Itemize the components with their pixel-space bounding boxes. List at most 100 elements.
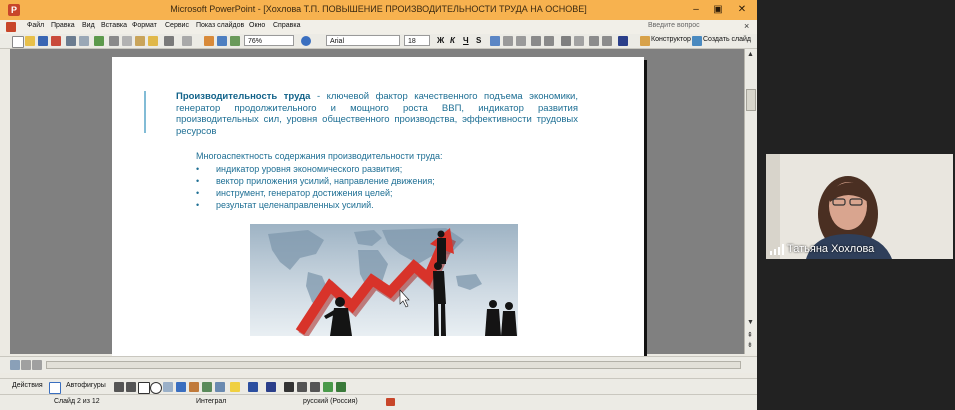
growth-arrow-illustration[interactable]	[250, 224, 518, 336]
decrease-font-icon[interactable]	[574, 36, 584, 46]
slide-paragraph[interactable]: Производительность труда - ключевой факт…	[176, 91, 578, 137]
align-right-icon[interactable]	[516, 36, 526, 46]
scroll-thumb[interactable]	[746, 89, 756, 111]
permission-icon[interactable]	[51, 36, 61, 46]
help-icon[interactable]	[301, 36, 311, 46]
document-icon[interactable]	[6, 22, 16, 32]
menu-insert[interactable]: Вставка	[101, 22, 127, 29]
decrease-indent-icon[interactable]	[589, 36, 599, 46]
arrow-style-icon[interactable]	[310, 382, 320, 392]
menu-format[interactable]: Формат	[132, 22, 157, 29]
menu-slideshow[interactable]: Показ слайдов	[196, 22, 244, 29]
font-size-select[interactable]: 18	[404, 35, 430, 46]
font-select[interactable]: Arial	[326, 35, 400, 46]
designer-icon[interactable]	[640, 36, 650, 46]
scroll-up-icon[interactable]: ▲	[747, 51, 754, 58]
shadow-style-icon[interactable]	[323, 382, 333, 392]
oval-icon[interactable]	[150, 382, 162, 394]
increase-indent-icon[interactable]	[602, 36, 612, 46]
language-indicator[interactable]: русский (Россия)	[303, 398, 358, 405]
close-icon[interactable]: ✕	[734, 4, 750, 16]
rectangle-icon[interactable]	[138, 382, 150, 394]
participant-video-tile[interactable]: Татьяна Хохлова	[766, 154, 953, 259]
insert-chart-icon[interactable]	[204, 36, 214, 46]
numbering-icon[interactable]	[531, 36, 541, 46]
actions-menu[interactable]: Действия	[12, 382, 43, 389]
designer-button[interactable]: Конструктор	[651, 36, 691, 43]
line-style-icon[interactable]	[284, 382, 294, 392]
cut-icon[interactable]	[109, 36, 119, 46]
slide[interactable]: Производительность труда - ключевой факт…	[112, 57, 644, 356]
format-painter-icon[interactable]	[148, 36, 158, 46]
document-close-icon[interactable]: ×	[744, 21, 749, 31]
align-center-icon[interactable]	[503, 36, 513, 46]
maximize-icon[interactable]: ▣	[710, 4, 726, 16]
next-slide-icon[interactable]: ⇟	[747, 341, 753, 349]
menu-edit[interactable]: Правка	[51, 22, 75, 29]
copy-icon[interactable]	[122, 36, 132, 46]
italic-button[interactable]: К	[450, 36, 455, 45]
autoshapes-menu[interactable]: Автофигуры	[66, 382, 106, 389]
underline-button[interactable]: Ч	[463, 36, 469, 45]
font-color-icon[interactable]	[618, 36, 628, 46]
status-bar: Слайд 2 из 12 Интеграл русский (Россия)	[0, 394, 757, 410]
shadow-button[interactable]: S	[476, 36, 481, 45]
menu-view[interactable]: Вид	[82, 22, 95, 29]
bullet-item: вектор приложения усилий, направление дв…	[196, 175, 435, 187]
menu-help[interactable]: Справка	[273, 22, 300, 29]
draw-font-color-icon[interactable]	[266, 382, 276, 392]
wordart-icon[interactable]	[176, 382, 186, 392]
select-pointer-icon[interactable]	[49, 382, 61, 394]
accent-line	[144, 91, 146, 133]
print-icon[interactable]	[66, 36, 76, 46]
grid-icon[interactable]	[230, 36, 240, 46]
paragraph-bold-text: Производительность труда	[176, 91, 311, 102]
picture-icon[interactable]	[215, 382, 225, 392]
paste-icon[interactable]	[135, 36, 145, 46]
diagram-icon[interactable]	[189, 382, 199, 392]
view-bar	[0, 356, 757, 373]
bullet-list[interactable]: индикатор уровня экономического развития…	[196, 163, 435, 211]
spelling-status-icon[interactable]	[386, 398, 395, 406]
clipart-icon[interactable]	[202, 382, 212, 392]
redo-icon[interactable]	[182, 36, 192, 46]
increase-font-icon[interactable]	[561, 36, 571, 46]
vertical-scrollbar[interactable]: ▲ ▼ ⇞ ⇟	[744, 49, 757, 354]
preview-icon[interactable]	[79, 36, 89, 46]
horizontal-scrollbar[interactable]	[46, 361, 741, 369]
slideshow-view-icon[interactable]	[32, 360, 42, 370]
bold-button[interactable]: Ж	[437, 36, 444, 45]
menu-window[interactable]: Окно	[249, 22, 265, 29]
3d-style-icon[interactable]	[336, 382, 346, 392]
line-color-icon[interactable]	[248, 382, 258, 392]
new-slide-button[interactable]: Создать слайд	[703, 36, 751, 43]
arrow-icon[interactable]	[126, 382, 136, 392]
bullets-icon[interactable]	[544, 36, 554, 46]
insert-table-icon[interactable]	[217, 36, 227, 46]
sorter-view-icon[interactable]	[21, 360, 31, 370]
font-value: Arial	[330, 38, 345, 45]
normal-view-icon[interactable]	[10, 360, 20, 370]
menu-tools[interactable]: Сервис	[165, 22, 189, 29]
dash-style-icon[interactable]	[297, 382, 307, 392]
undo-icon[interactable]	[164, 36, 174, 46]
menu-file[interactable]: Файл	[27, 22, 44, 29]
slide-subheading[interactable]: Многоаспектность содержания производител…	[196, 151, 443, 161]
help-search-input[interactable]: Введите вопрос	[648, 22, 700, 29]
textbox-icon[interactable]	[163, 382, 173, 392]
open-icon[interactable]	[25, 36, 35, 46]
signal-strength-icon	[770, 244, 784, 255]
prev-slide-icon[interactable]: ⇞	[747, 331, 753, 339]
slide-counter: Слайд 2 из 12	[54, 398, 100, 405]
zoom-value: 76%	[248, 38, 263, 45]
minimize-icon[interactable]: –	[688, 4, 704, 16]
spelling-icon[interactable]	[94, 36, 104, 46]
line-icon[interactable]	[114, 382, 124, 392]
save-icon[interactable]	[38, 36, 48, 46]
align-left-icon[interactable]	[490, 36, 500, 46]
fill-color-icon[interactable]	[230, 382, 240, 392]
new-slide-icon[interactable]	[692, 36, 702, 46]
zoom-select[interactable]: 76%	[244, 35, 294, 46]
scroll-down-icon[interactable]: ▼	[747, 319, 754, 326]
new-icon[interactable]	[12, 36, 24, 48]
